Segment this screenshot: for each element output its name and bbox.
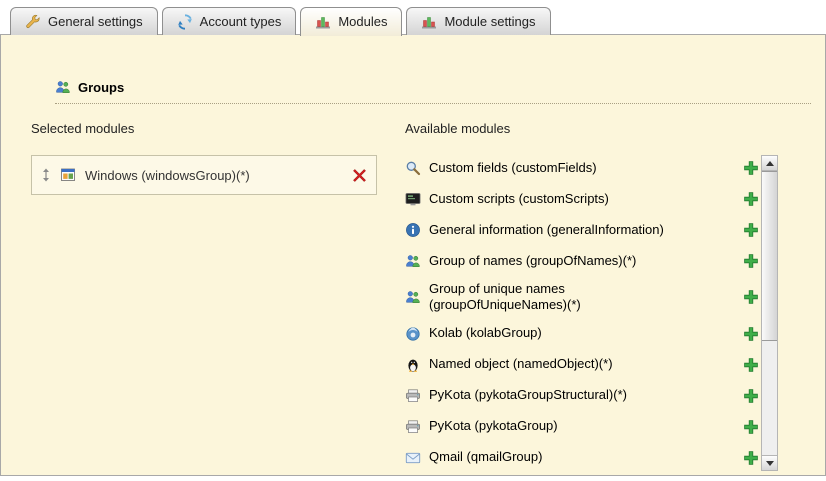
groups-section-header: Groups [55, 79, 811, 104]
arrow-down-icon [766, 461, 774, 466]
add-module-button[interactable] [743, 419, 759, 435]
selected-modules-heading: Selected modules [31, 121, 134, 136]
group-icon [405, 289, 421, 305]
scrollbar[interactable] [761, 155, 778, 471]
printer-icon [405, 388, 421, 404]
group-icon [405, 253, 421, 269]
module-label: PyKota (pykotaGroup) [429, 418, 558, 434]
tab-module-settings[interactable]: Module settings [406, 7, 550, 35]
available-module-row: Group of unique names (groupOfUniqueName… [405, 281, 759, 314]
printer-icon [405, 419, 421, 435]
available-module-row: Qmail (qmailGroup) [405, 447, 759, 469]
add-module-button[interactable] [743, 388, 759, 404]
module-label: PyKota (pykotaGroupStructural)(*) [429, 387, 627, 403]
module-label: Windows (windowsGroup)(*) [85, 168, 250, 183]
account-types-icon [177, 14, 193, 30]
module-label: Kolab (kolabGroup) [429, 325, 542, 341]
arrow-up-icon [766, 161, 774, 166]
script-icon [405, 191, 421, 207]
add-module-button[interactable] [743, 450, 759, 466]
tab-modules[interactable]: Modules [300, 7, 402, 36]
tux-icon [405, 357, 421, 373]
available-module-row: PyKota (pykotaGroupStructural)(*) [405, 385, 759, 407]
module-label: Custom scripts (customScripts) [429, 191, 609, 207]
mail-icon [405, 450, 421, 466]
add-module-button[interactable] [743, 191, 759, 207]
module-label: Group of names (groupOfNames)(*) [429, 253, 636, 269]
available-module-row: Group of names (groupOfNames)(*) [405, 250, 759, 272]
available-module-row: Named object (namedObject)(*) [405, 354, 759, 376]
group-icon [55, 79, 71, 95]
available-module-row: Custom fields (customFields) [405, 157, 759, 179]
selected-module-row: Windows (windowsGroup)(*) [31, 155, 377, 195]
info-icon [405, 222, 421, 238]
module-label: Custom fields (customFields) [429, 160, 597, 176]
available-module-row: Kolab (kolabGroup) [405, 323, 759, 345]
add-module-button[interactable] [743, 326, 759, 342]
module-label: Group of unique names (groupOfUniqueName… [429, 281, 704, 314]
tab-bar: General settings Account types Modules M… [10, 7, 551, 35]
available-module-row: PyKota (pykotaGroup) [405, 416, 759, 438]
add-module-button[interactable] [743, 357, 759, 373]
module-label: Qmail (qmailGroup) [429, 449, 542, 465]
add-module-button[interactable] [743, 222, 759, 238]
tab-label: General settings [48, 14, 143, 29]
tab-label: Account types [200, 14, 282, 29]
available-module-row: General information (generalInformation) [405, 219, 759, 241]
module-label: General information (generalInformation) [429, 222, 664, 238]
add-module-button[interactable] [743, 160, 759, 176]
scroll-down-button[interactable] [762, 455, 777, 470]
available-module-row: Custom scripts (customScripts) [405, 188, 759, 210]
selected-modules-list: Windows (windowsGroup)(*) [31, 155, 377, 195]
module-label: Named object (namedObject)(*) [429, 356, 613, 372]
available-modules-list: Custom fields (customFields) Custom scri… [405, 157, 759, 469]
section-title: Groups [78, 80, 124, 95]
available-modules-heading: Available modules [405, 121, 510, 136]
tab-account-types[interactable]: Account types [162, 7, 297, 35]
wrench-icon [25, 14, 41, 30]
add-module-button[interactable] [743, 289, 759, 305]
content-panel: Groups Selected modules Available module… [0, 34, 826, 476]
remove-module-button[interactable] [352, 168, 367, 183]
tab-general-settings[interactable]: General settings [10, 7, 158, 35]
kolab-icon [405, 326, 421, 342]
windows-icon [60, 167, 76, 183]
scroll-up-button[interactable] [762, 156, 777, 171]
bar-chart-icon [421, 14, 437, 30]
bar-chart-icon [315, 14, 331, 30]
magnifier-icon [405, 160, 421, 176]
add-module-button[interactable] [743, 253, 759, 269]
tab-label: Modules [338, 14, 387, 29]
scrollbar-thumb[interactable] [762, 171, 777, 341]
lam-configuration-page: General settings Account types Modules M… [0, 0, 826, 481]
tab-label: Module settings [444, 14, 535, 29]
drag-handle-icon[interactable] [41, 167, 51, 183]
